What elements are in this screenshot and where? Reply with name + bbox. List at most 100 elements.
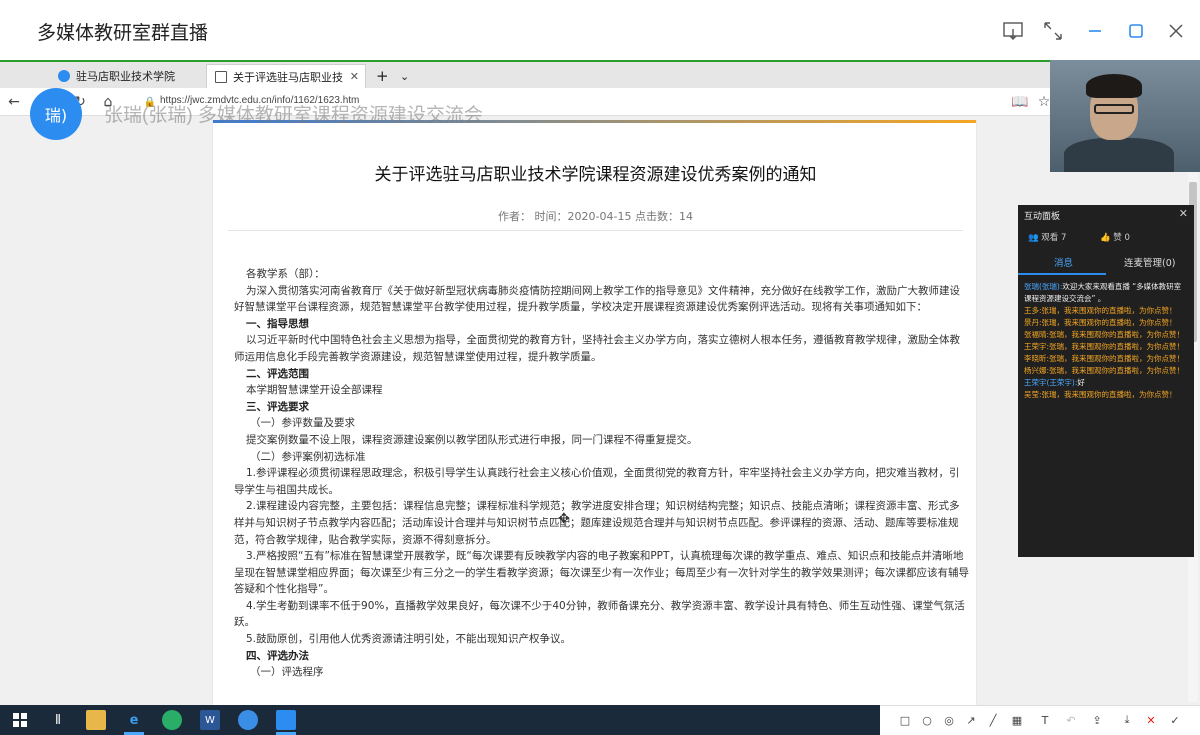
speaker-avatar: 瑞) <box>30 88 82 140</box>
close-icon[interactable] <box>1163 18 1189 44</box>
meta-divider <box>228 230 963 231</box>
article-paragraph: 本学期智慧课堂开设全部课程 <box>246 384 383 397</box>
message-list: 张瑞(张瑞):欢迎大家来观看直播 “多媒体教研室课程资源建设交流会” 。王多:张… <box>1024 281 1188 401</box>
chat-text: 张瑞，我来围观你的直播啦，为你点赞！ <box>1049 354 1185 363</box>
chat-message: 王荣宇:张瑞，我来围观你的直播啦，为你点赞！ <box>1024 341 1188 353</box>
chat-sender: 张瑞(张瑞): <box>1024 282 1063 291</box>
edge-icon[interactable]: e <box>124 710 144 730</box>
viewer-count: 👥 观看 7 <box>1028 233 1067 243</box>
live-app: 多媒体教研室群直播 驻马店职业技术学院 关于评选驻马店职业技 ✕ + ⌄ ← ↻… <box>0 0 1200 735</box>
circle-icon[interactable]: ○ <box>920 712 934 728</box>
tab-label: 驻马店职业技术学院 <box>76 70 175 83</box>
chat-sender: 王多: <box>1024 306 1042 315</box>
panel-title: 互动面板 <box>1024 212 1061 222</box>
chat-message: 杨兴娜:张瑞，我来围观你的直播啦，为你点赞！ <box>1024 365 1188 377</box>
confirm-icon[interactable]: ✓ <box>1168 712 1182 728</box>
pen-icon[interactable]: ◎ <box>942 712 956 728</box>
tab-notice[interactable]: 关于评选驻马店职业技 ✕ <box>206 64 366 88</box>
article-title: 关于评选驻马店职业技术学院课程资源建设优秀案例的通知 <box>374 165 817 185</box>
file-explorer-icon[interactable] <box>86 710 106 730</box>
tab-label: 关于评选驻马店职业技 <box>233 70 343 84</box>
article-paragraph: 1.参评课程必须贯彻课程思政理念，积极引导学生认真践行社会主义核心价值观，全面贯… <box>234 467 960 496</box>
window-title: 多媒体教研室群直播 <box>37 22 209 44</box>
chat-text: 张瑞，我来围观你的直播啦，为你点赞！ <box>1041 306 1177 315</box>
chat-text: 张瑞，我来围观你的直播啦，为你点赞！ <box>1049 366 1185 375</box>
chat-message: 吴莹:张瑞，我来围观你的直播啦，为你点赞！ <box>1024 389 1188 401</box>
chat-text: 张瑞，我来围观你的直播啦，为你点赞！ <box>1041 390 1177 399</box>
chat-message: 张福晴:张瑞，我来围观你的直播啦，为你点赞！ <box>1024 329 1188 341</box>
task-view-icon[interactable]: ⫴ <box>48 710 68 730</box>
back-icon[interactable]: ← <box>4 92 24 112</box>
chat-message: 张瑞(张瑞):欢迎大家来观看直播 “多媒体教研室课程资源建设交流会” 。 <box>1024 281 1188 305</box>
app-screen-icon[interactable] <box>276 710 296 730</box>
move-cursor-icon: ✥ <box>558 511 570 527</box>
tab-messages[interactable]: 消息 <box>1054 255 1073 269</box>
wechat-icon[interactable] <box>162 710 182 730</box>
chat-text: 张瑞，我来围观你的直播啦，为你点赞！ <box>1049 330 1185 339</box>
text-icon[interactable]: T <box>1038 712 1052 728</box>
maximize-icon[interactable] <box>1123 18 1149 44</box>
annotation-toolbar: □ ○ ◎ ↗ ╱ ▦ T ↶ ⇪ ⤓ ✕ ✓ <box>880 705 1200 735</box>
title-bar: 多媒体教研室群直播 <box>0 0 1200 60</box>
chat-message: 王多:张瑞，我来围观你的直播啦，为你点赞！ <box>1024 305 1188 317</box>
article-body: 各教学系（部）： 为深入贯彻落实河南省教育厅《关于做好新型冠状病毒肺炎疫情防控期间… <box>234 266 969 681</box>
chat-sender: 景丹: <box>1024 318 1042 327</box>
tab-close-icon[interactable]: ✕ <box>350 70 359 83</box>
windows-start-icon[interactable] <box>10 710 30 730</box>
cast-icon[interactable] <box>1000 18 1026 44</box>
article-paragraph: 3.严格按照“五有”标准在智慧课堂开展教学，既“每次课要有反映教学内容的电子教案… <box>234 550 969 596</box>
chat-sender: 张福晴: <box>1024 330 1050 339</box>
article-paragraph: 4.学生考勤到课率不低于90%，直播教学效果良好，每次课不少于40分钟，教师备课… <box>234 599 965 629</box>
line-icon[interactable]: ╱ <box>986 712 1000 728</box>
reader-icon[interactable]: 📖 <box>1010 92 1030 112</box>
download-icon[interactable]: ⤓ <box>1120 712 1134 728</box>
chat-text: 张瑞，我来围观你的直播啦，为你点赞！ <box>1049 342 1185 351</box>
section-heading: 二、评选范围 <box>246 367 309 380</box>
section-heading: 三、评选要求 <box>246 400 309 413</box>
article-paragraph: 2.课程建设内容完整，主要包括：课程信息完整；课程标准科学规范；教学进度安排合理… <box>234 500 960 546</box>
article-paragraph: （一）参评数量及要求 <box>250 417 355 430</box>
article-meta: 作者： 时间：2020-04-15 点击数：14 <box>498 210 693 223</box>
interaction-panel: 互动面板 ✕ 👥 观看 7 👍 赞 0 消息 连麦管理(0) 张瑞(张瑞):欢迎… <box>1018 205 1194 557</box>
app-blue-icon[interactable] <box>238 710 258 730</box>
chat-message: 王荣宇(王荣宇):好 <box>1024 377 1188 389</box>
tab-zmdvtc[interactable]: 驻马店职业技术学院 <box>50 64 200 88</box>
section-heading: 四、评选办法 <box>246 649 309 662</box>
share-icon[interactable]: ⇪ <box>1090 712 1104 728</box>
article-paragraph: 各教学系（部）： <box>246 268 325 280</box>
browser-favicon-icon <box>58 70 70 82</box>
chat-sender: 王荣宇(王荣宇): <box>1024 378 1078 387</box>
article-paragraph: 提交案例数量不设上限，课程资源建设案例以教学团队形式进行申报，同一门课程不得重复… <box>246 433 698 446</box>
article-paragraph: （一）评选程序 <box>250 666 324 679</box>
new-tab-button[interactable]: + <box>368 64 389 88</box>
rectangle-icon[interactable]: □ <box>898 712 912 728</box>
page-icon <box>215 70 227 83</box>
speaker-overlay-text: 张瑞(张瑞) 多媒体教研室课程资源建设交流会 <box>104 105 483 126</box>
expand-icon[interactable] <box>1040 18 1066 44</box>
chat-message: 李晓昕:张瑞，我来围观你的直播啦，为你点赞！ <box>1024 353 1188 365</box>
chat-sender: 李晓昕: <box>1024 354 1050 363</box>
mosaic-icon[interactable]: ▦ <box>1010 712 1024 728</box>
word-icon[interactable]: W <box>200 710 220 730</box>
chat-sender: 王荣宇: <box>1024 342 1050 351</box>
article-paragraph: （二）参评案例初选标准 <box>250 450 366 463</box>
chat-sender: 吴莹: <box>1024 390 1042 399</box>
tab-list-chevron-icon[interactable]: ⌄ <box>392 64 412 88</box>
active-tab-indicator <box>1018 273 1106 275</box>
chat-text: 张瑞，我来围观你的直播啦，为你点赞！ <box>1041 318 1177 327</box>
undo-icon[interactable]: ↶ <box>1064 712 1078 728</box>
browser-tab-strip: 驻马店职业技术学院 关于评选驻马店职业技 ✕ + ⌄ <box>0 62 1050 88</box>
minimize-icon[interactable] <box>1082 18 1108 44</box>
article-paragraph: 为深入贯彻落实河南省教育厅《关于做好新型冠状病毒肺炎疫情防控期间网上教学工作的指… <box>234 284 960 314</box>
section-heading: 一、指导思想 <box>246 317 309 330</box>
article-paragraph: 5.鼓励原创，引用他人优秀资源请注明引处，不能出现知识产权争议。 <box>246 633 572 646</box>
chat-sender: 杨兴娜: <box>1024 366 1050 375</box>
taskbar: ⫴ e W <box>0 705 880 735</box>
panel-close-icon[interactable]: ✕ <box>1179 207 1188 220</box>
like-count: 👍 赞 0 <box>1100 233 1130 243</box>
camera-preview[interactable] <box>1050 60 1200 172</box>
chat-text: 好 <box>1077 378 1085 387</box>
arrow-icon[interactable]: ↗ <box>964 712 978 728</box>
clear-icon[interactable]: ✕ <box>1144 712 1158 728</box>
tab-mic-management[interactable]: 连麦管理(0) <box>1124 255 1175 269</box>
